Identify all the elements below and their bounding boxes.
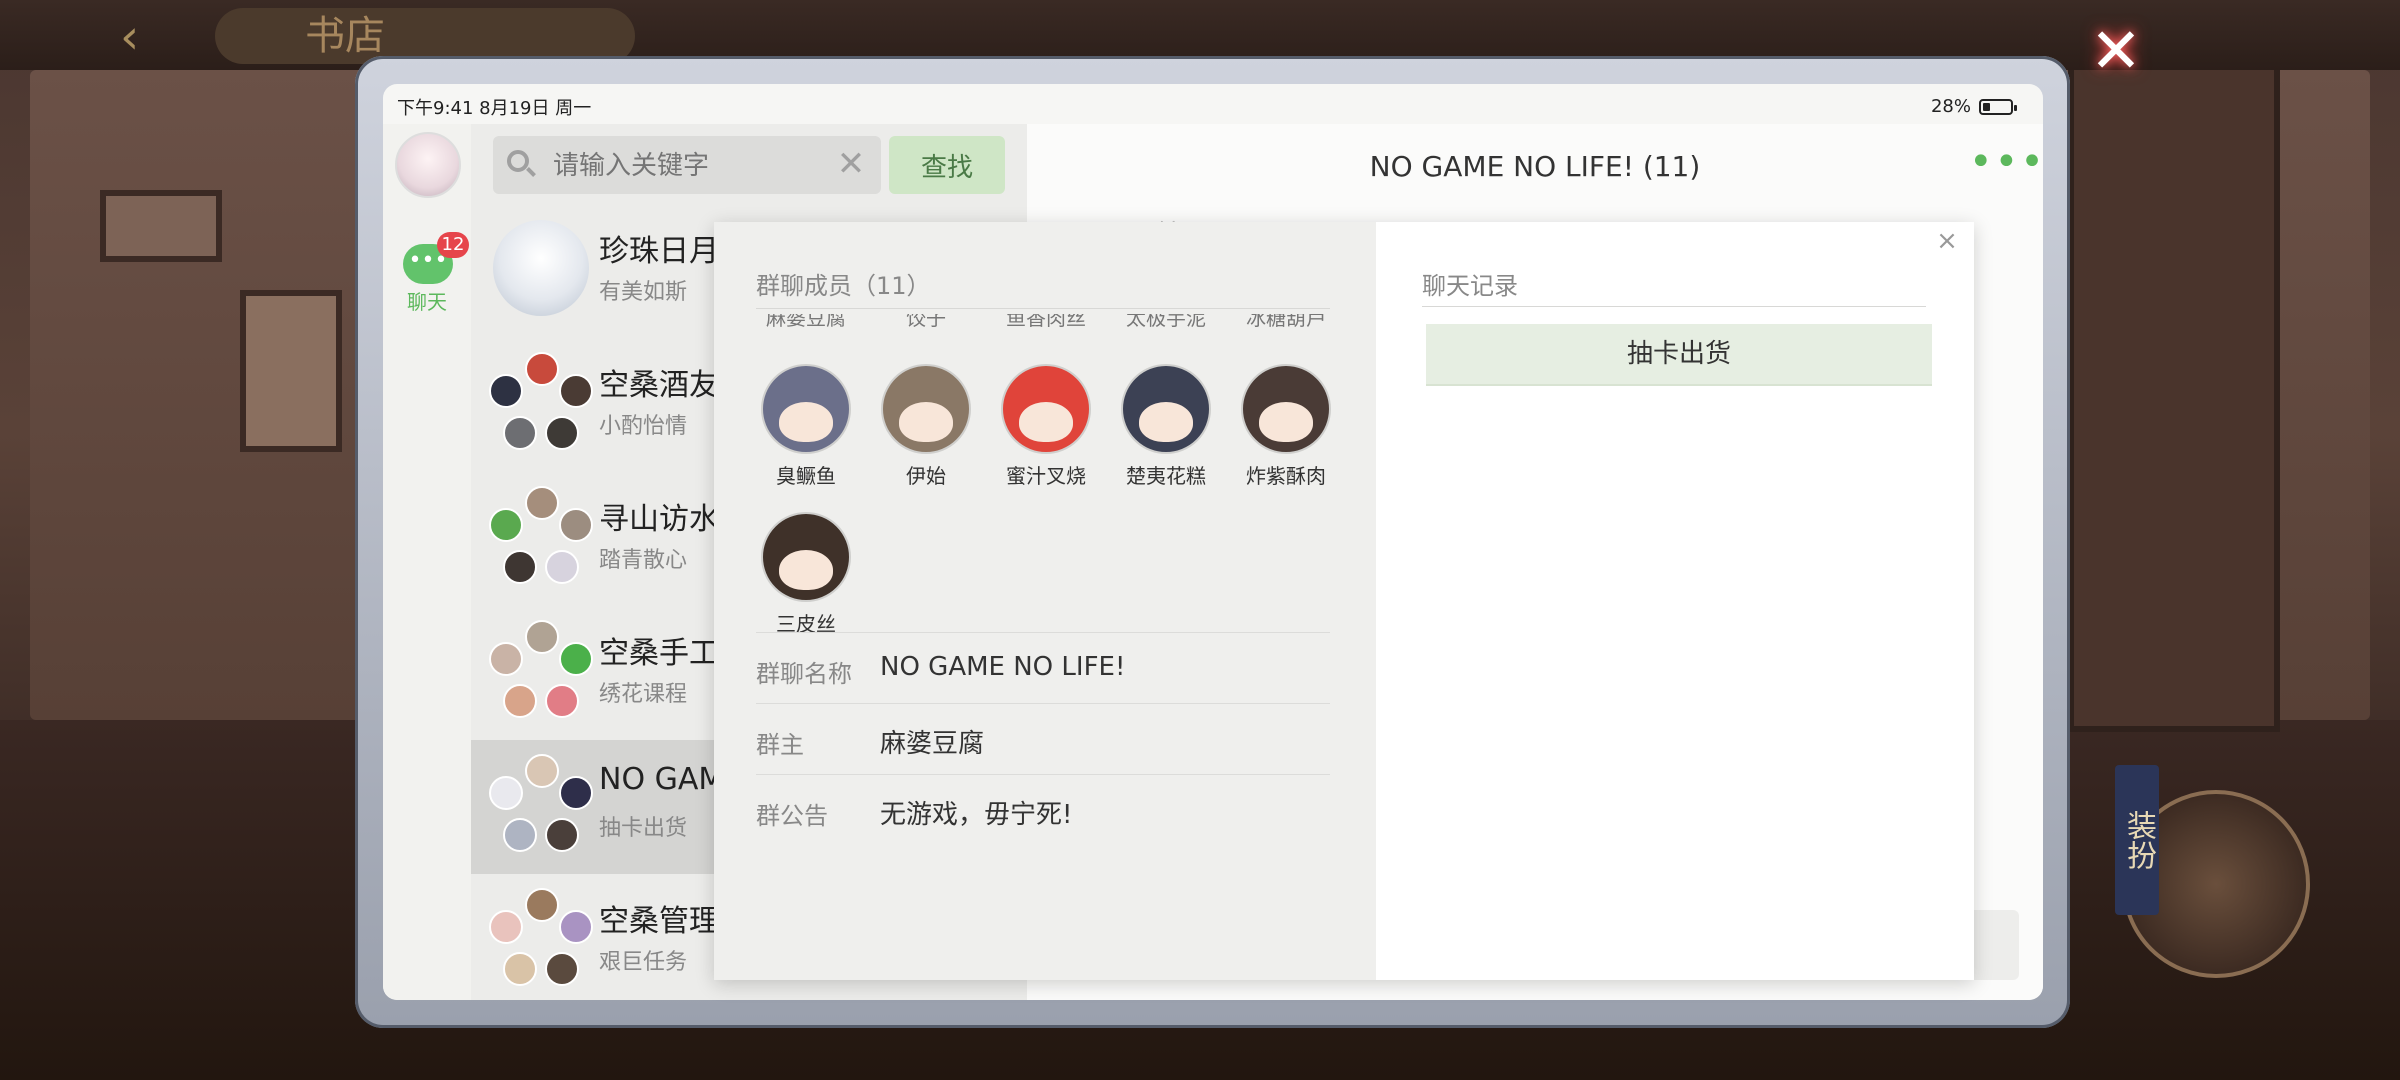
divider bbox=[756, 774, 1330, 775]
member-name: 伊始 bbox=[906, 464, 946, 488]
conversation-last-message: 艰巨任务 bbox=[599, 950, 688, 975]
member-name: 饺子 bbox=[906, 314, 946, 330]
battery-fill bbox=[1983, 102, 1990, 111]
bookshelf bbox=[2068, 60, 2280, 732]
close-icon[interactable]: ✕ bbox=[2085, 20, 2147, 82]
member-card[interactable]: 三皮丝 bbox=[756, 512, 856, 637]
wall-frame bbox=[240, 290, 342, 452]
avatar bbox=[761, 364, 851, 454]
member-name: 臭鳜鱼 bbox=[776, 464, 836, 488]
member-card[interactable]: 楚夷花糕 bbox=[1116, 364, 1216, 489]
divider bbox=[1422, 306, 1926, 307]
group-notice-label: 群公告 bbox=[756, 802, 828, 830]
battery-icon bbox=[1979, 98, 2017, 115]
conversation-last-message: 抽卡出货 bbox=[599, 816, 688, 841]
status-bar: 下午9:41 8月19日 周一 28% bbox=[383, 84, 2043, 124]
search-box: ✕ bbox=[493, 136, 881, 194]
avatar bbox=[761, 512, 851, 602]
dress-up-label[interactable]: 装扮 bbox=[2115, 765, 2159, 915]
member-name: 蜜汁叉烧 bbox=[1006, 464, 1086, 488]
avatar bbox=[1241, 364, 1331, 454]
member-name: 炸紫酥肉 bbox=[1246, 464, 1326, 488]
chat-records-panel: 聊天记录 抽卡出货 bbox=[1376, 222, 1974, 980]
nav-rail: ••• 12 聊天 bbox=[383, 124, 472, 1000]
group-name-label: 群聊名称 bbox=[756, 660, 852, 688]
member-card[interactable]: 炸紫酥肉 bbox=[1236, 364, 1336, 489]
unread-badge: 12 bbox=[437, 232, 469, 258]
member-card[interactable]: 蜜汁叉烧 bbox=[996, 364, 1096, 489]
status-battery: 28% bbox=[1930, 96, 2017, 117]
group-info-dialog: 群聊成员（11） 麻婆豆腐 饺子 鱼香肉丝 太极芋泥 冰糖葫芦 臭鳜鱼 伊始 蜜… bbox=[714, 222, 1974, 980]
back-arrow-icon[interactable]: ‹ bbox=[120, 12, 180, 62]
group-avatar bbox=[489, 352, 593, 456]
wall-frame bbox=[100, 190, 222, 262]
status-time: 下午9:41 bbox=[397, 98, 474, 119]
group-avatar bbox=[489, 888, 593, 992]
conversation-name: 空桑酒友 bbox=[599, 368, 719, 403]
member-name: 鱼香肉丝 bbox=[1006, 314, 1086, 330]
divider bbox=[756, 632, 1330, 633]
nav-chat-label[interactable]: 聊天 bbox=[383, 286, 471, 315]
conversation-last-message: 小酌怡情 bbox=[599, 414, 688, 439]
avatar bbox=[881, 364, 971, 454]
group-notice-value: 无游戏，毋宁死! bbox=[880, 800, 1073, 830]
divider bbox=[756, 308, 1330, 309]
group-name-value[interactable]: NO GAME NO LIFE! bbox=[880, 652, 1125, 682]
member-name: 冰糖葫芦 bbox=[1246, 314, 1326, 330]
clear-icon[interactable]: ✕ bbox=[831, 142, 871, 186]
conversation-last-message: 踏青散心 bbox=[599, 548, 688, 573]
status-weekday: 周一 bbox=[555, 98, 592, 119]
find-button[interactable]: 查找 bbox=[889, 136, 1005, 194]
member-name: 太极芋泥 bbox=[1126, 314, 1206, 330]
conversation-name: 空桑管理 bbox=[599, 904, 719, 939]
records-title: 聊天记录 bbox=[1422, 272, 1518, 300]
search-input[interactable] bbox=[551, 144, 835, 188]
avatar bbox=[1121, 364, 1211, 454]
divider bbox=[756, 703, 1330, 704]
record-item[interactable]: 抽卡出货 bbox=[1426, 324, 1932, 386]
status-date: 8月19日 bbox=[479, 98, 550, 119]
close-icon[interactable]: × bbox=[1932, 226, 1962, 256]
status-datetime: 下午9:41 8月19日 周一 bbox=[397, 94, 591, 120]
group-avatar bbox=[489, 754, 593, 858]
chat-title: NO GAME NO LIFE! (11) bbox=[1369, 150, 1701, 183]
group-avatar bbox=[489, 620, 593, 724]
conversation-name: 空桑手工 bbox=[599, 636, 719, 671]
battery-percent: 28% bbox=[1930, 96, 1971, 117]
avatar bbox=[493, 220, 589, 316]
group-info-left: 群聊成员（11） 麻婆豆腐 饺子 鱼香肉丝 太极芋泥 冰糖葫芦 臭鳜鱼 伊始 蜜… bbox=[714, 222, 1376, 980]
member-card[interactable]: 伊始 bbox=[876, 364, 976, 489]
members-title: 群聊成员（11） bbox=[756, 272, 931, 300]
search-icon bbox=[507, 150, 529, 172]
conversation-last-message: 有美如斯 bbox=[599, 280, 688, 305]
avatar[interactable] bbox=[395, 132, 461, 198]
more-options-icon[interactable]: ••• bbox=[1969, 142, 2043, 182]
conversation-name: 珍珠日月 bbox=[599, 234, 719, 269]
member-name: 楚夷花糕 bbox=[1126, 464, 1206, 488]
member-card[interactable]: 臭鳜鱼 bbox=[756, 364, 856, 489]
avatar bbox=[1001, 364, 1091, 454]
members-row-scrolled: 麻婆豆腐 饺子 鱼香肉丝 太极芋泥 冰糖葫芦 bbox=[756, 314, 1356, 332]
group-avatar bbox=[489, 486, 593, 590]
group-owner-label: 群主 bbox=[756, 731, 804, 759]
conversation-last-message: 绣花课程 bbox=[599, 682, 688, 707]
conversation-name: 寻山访水 bbox=[599, 502, 719, 537]
group-owner-value: 麻婆豆腐 bbox=[880, 729, 985, 759]
member-name: 麻婆豆腐 bbox=[766, 314, 846, 330]
